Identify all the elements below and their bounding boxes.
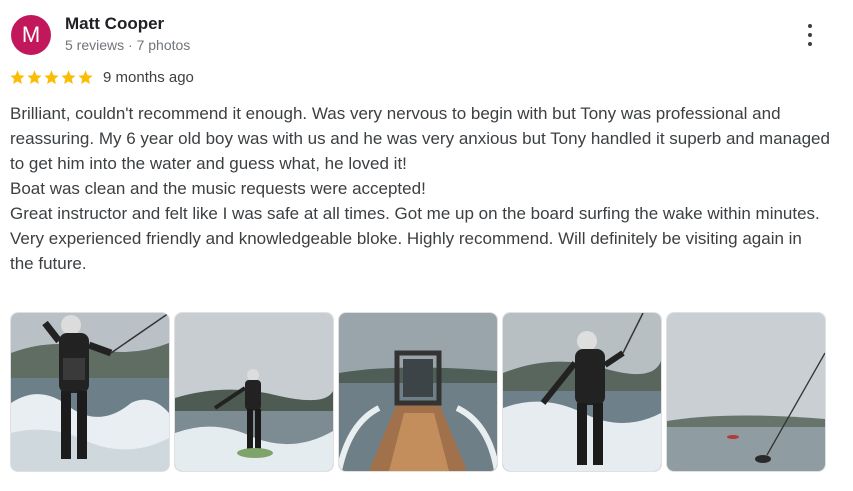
review-card: M Matt Cooper 5 reviews · 7 photos 9 mon… — [0, 0, 853, 491]
boat-photo[interactable] — [338, 312, 498, 472]
reviewer-meta: 5 reviews · 7 photos — [65, 37, 191, 53]
star-icon — [9, 69, 26, 86]
review-paragraph: Boat was clean and the music requests we… — [10, 179, 426, 198]
star-icon — [60, 69, 77, 86]
review-paragraph: Great instructor and felt like I was saf… — [10, 204, 820, 223]
lake-tow-photo[interactable] — [666, 312, 826, 472]
star-icon — [26, 69, 43, 86]
wakeboard-photo-3[interactable] — [502, 312, 662, 472]
star-icon — [43, 69, 60, 86]
star-icon — [77, 69, 94, 86]
wakeboard-photo-1[interactable] — [10, 312, 170, 472]
reviewer-name[interactable]: Matt Cooper — [65, 14, 164, 34]
review-text: Brilliant, couldn't recommend it enough.… — [10, 101, 830, 276]
star-rating — [9, 69, 94, 86]
review-paragraph: Brilliant, couldn't recommend it enough.… — [10, 104, 830, 173]
review-paragraph: Very experienced friendly and knowledgea… — [10, 229, 802, 273]
rating-row: 9 months ago — [9, 66, 194, 88]
avatar[interactable]: M — [11, 15, 51, 55]
review-time: 9 months ago — [103, 68, 194, 86]
wakeboard-photo-2[interactable] — [174, 312, 334, 472]
more-vert-icon[interactable] — [800, 22, 820, 50]
